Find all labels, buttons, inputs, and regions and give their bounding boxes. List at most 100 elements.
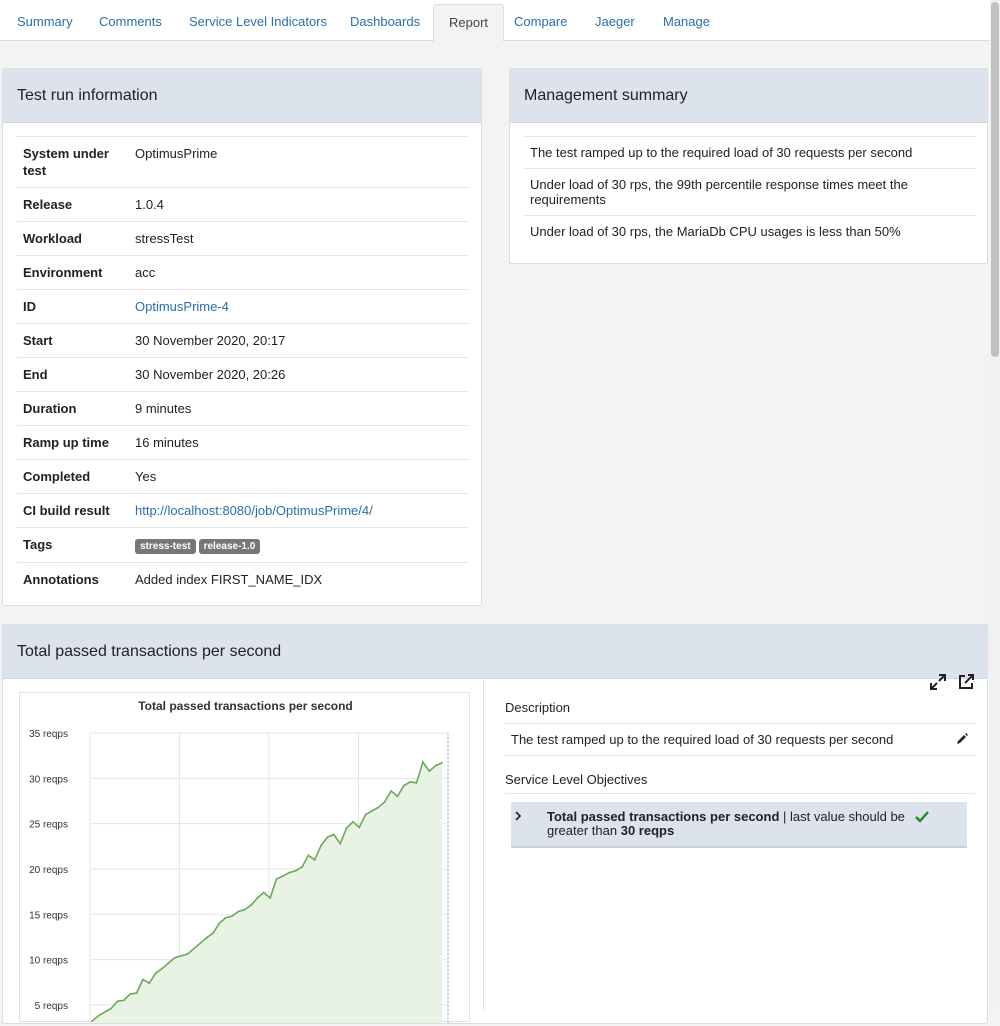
data-point <box>441 762 443 764</box>
info-key: Annotations <box>23 572 99 587</box>
data-point <box>186 953 189 956</box>
slo-text: Total passed transactions per second | l… <box>547 810 907 838</box>
data-point <box>415 781 418 784</box>
data-point <box>231 915 233 917</box>
data-point <box>237 910 240 913</box>
data-point <box>352 820 354 823</box>
data-point <box>205 936 208 939</box>
data-point <box>409 781 412 783</box>
info-value: stress-test release-1.0 <box>129 528 468 563</box>
info-row: ID OptimusPrime-4 <box>17 289 468 324</box>
info-row: End 30 November 2020, 20:26 <box>17 357 468 392</box>
external-link-icon[interactable] <box>957 660 975 689</box>
info-key: Ramp up time <box>23 435 109 450</box>
slo-divider <box>505 793 975 794</box>
y-tick-label: 15 reqps <box>29 910 68 921</box>
info-key: Completed <box>23 469 91 484</box>
slo-item[interactable]: Total passed transactions per second | l… <box>511 802 967 848</box>
info-value: Added index FIRST_NAME_IDX <box>135 572 323 587</box>
info-key: Tags <box>23 537 53 552</box>
data-point <box>301 866 303 869</box>
tab-report[interactable]: Report <box>433 4 505 42</box>
data-point <box>199 942 202 945</box>
info-value: 16 minutes <box>135 435 199 450</box>
data-point <box>307 854 310 857</box>
data-point <box>294 869 297 872</box>
info-value: 30 November 2020, 20:17 <box>135 333 286 348</box>
tab-jaeger[interactable]: Jaeger <box>580 4 650 41</box>
y-tick-label: 35 reqps <box>29 729 68 740</box>
data-point <box>269 897 272 899</box>
slo-threshold: 30 reqps <box>620 823 675 838</box>
expand-icon[interactable] <box>929 660 947 690</box>
data-point <box>326 836 329 839</box>
info-key: Release <box>23 197 73 212</box>
tps-chart: Total passed transactions per second 5 re… <box>19 692 470 1023</box>
data-point <box>122 999 125 1002</box>
description-row: The test ramped up to the required load … <box>505 723 975 756</box>
data-point <box>142 978 144 981</box>
tab-service-level-indicators[interactable]: Service Level Indicators <box>174 4 342 41</box>
data-point <box>402 784 405 787</box>
tag-badge[interactable]: stress-test <box>135 539 196 554</box>
tab-manage[interactable]: Manage <box>648 4 725 41</box>
tab-dashboards[interactable]: Dashboards <box>335 4 435 41</box>
data-point <box>275 878 278 880</box>
info-row: Completed Yes <box>17 459 468 494</box>
slo-metric: Total passed transactions per second <box>547 809 780 824</box>
info-row: Annotations Added index FIRST_NAME_IDX <box>17 562 468 597</box>
info-value: OptimusPrime-4 <box>129 290 468 324</box>
data-point <box>339 842 342 845</box>
tab-comments[interactable]: Comments <box>84 4 177 41</box>
description-label: Description <box>505 700 571 715</box>
data-point <box>282 875 284 878</box>
info-key: Start <box>23 333 53 348</box>
data-point <box>212 932 214 935</box>
data-point <box>180 955 182 957</box>
tag-badge[interactable]: release-1.0 <box>198 539 261 554</box>
data-point <box>332 833 335 836</box>
info-link[interactable]: http://localhost:8080/job/OptimusPrime/4… <box>135 503 373 518</box>
data-point <box>262 891 265 894</box>
data-point <box>218 922 221 925</box>
series-area <box>92 762 442 1023</box>
data-point <box>383 800 386 803</box>
summary-item: Under load of 30 rps, the MariaDb CPU us… <box>524 215 975 247</box>
data-point <box>428 770 431 772</box>
test-run-table: System under test OptimusPrime Release 1.0.… <box>17 136 468 596</box>
y-tick-label: 10 reqps <box>29 956 68 967</box>
test-run-panel: Test run information System under test Op… <box>2 68 482 606</box>
tab-bar: Summary Comments Service Level Indicators D… <box>0 0 990 42</box>
tps-panel: Total passed transactions per second Tot… <box>2 624 988 1024</box>
data-point <box>396 795 399 798</box>
info-row: Release 1.0.4 <box>17 187 468 222</box>
info-row: Ramp up time 16 minutes <box>17 425 468 460</box>
data-point <box>192 947 195 950</box>
data-point <box>129 993 132 995</box>
data-point <box>173 956 176 959</box>
management-summary-list: The test ramped up to the required load … <box>524 136 975 247</box>
data-point <box>224 916 227 919</box>
data-point <box>161 967 163 970</box>
tab-compare[interactable]: Compare <box>499 4 582 41</box>
test-run-title: Test run information <box>3 69 481 123</box>
data-point <box>256 897 259 899</box>
data-point <box>377 806 380 809</box>
info-link[interactable]: OptimusPrime-4 <box>135 299 229 314</box>
data-point <box>371 810 373 812</box>
tab-summary[interactable]: Summary <box>2 4 88 41</box>
data-point <box>97 1014 100 1017</box>
description-text: The test ramped up to the required load … <box>511 732 894 747</box>
data-point <box>110 1007 112 1010</box>
chevron-right-icon[interactable] <box>513 810 523 822</box>
data-point <box>116 1000 119 1003</box>
pencil-icon[interactable] <box>955 732 969 746</box>
header-icons <box>923 642 975 696</box>
slo-label: Service Level Objectives <box>505 772 648 787</box>
scrollbar[interactable] <box>990 0 1000 1006</box>
y-tick-label: 25 reqps <box>29 820 68 831</box>
scrollbar-thumb[interactable] <box>991 2 999 357</box>
data-point <box>91 1020 93 1023</box>
info-value: stressTest <box>135 231 194 246</box>
info-row: Start 30 November 2020, 20:17 <box>17 323 468 358</box>
